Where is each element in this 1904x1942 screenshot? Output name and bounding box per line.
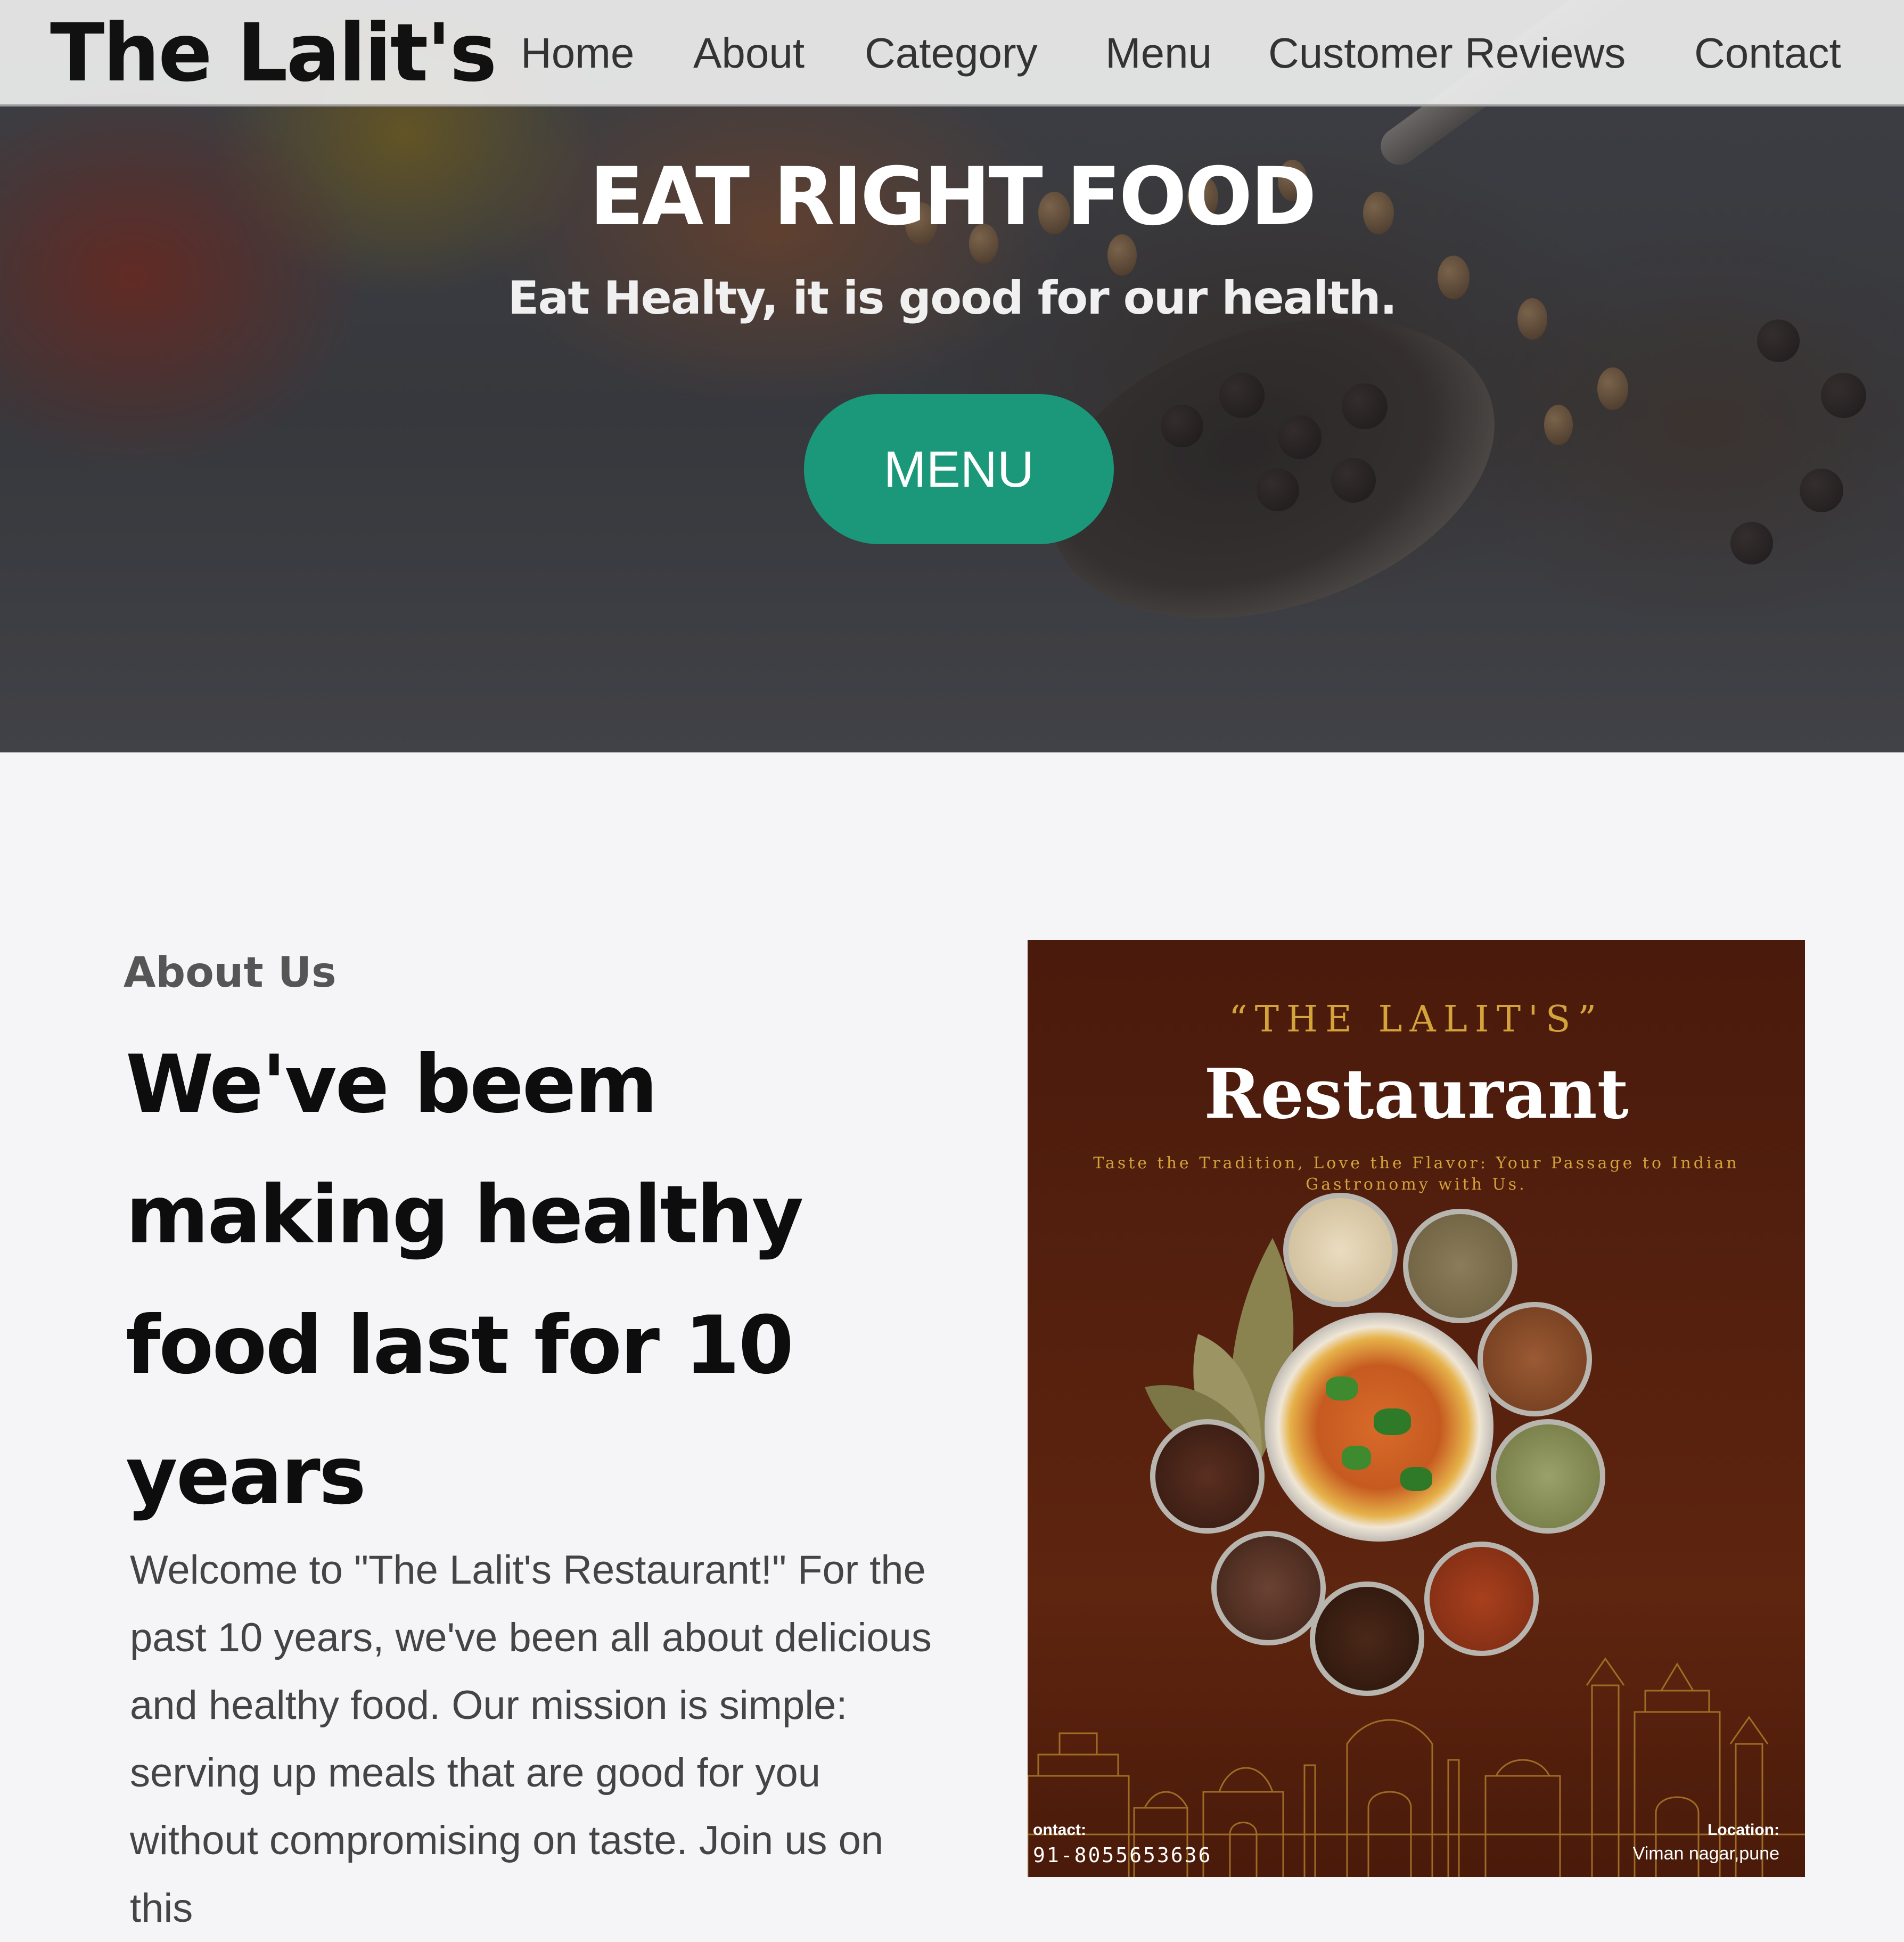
monument-skyline-image [1028,1657,1805,1877]
nav-about[interactable]: About [693,27,805,80]
hero-subtitle: Eat Healty, it is good for our health. [507,272,1398,325]
hero-title: EAT RIGHT FOOD [589,151,1317,243]
nav-customer-reviews[interactable]: Customer Reviews [1268,27,1626,80]
cinnamon-bowl-image [1478,1302,1592,1416]
top-navbar: The Lalit's Home About Category Menu Cus… [0,0,1904,106]
poster-contact-number: 91-8055653636 [1033,1843,1212,1867]
about-paragraph: Welcome to "The Lalit's Restaurant!" For… [130,1547,932,1931]
nav-contact[interactable]: Contact [1694,27,1841,80]
brand-logo[interactable]: The Lalit's [50,11,497,96]
hero-banner [0,0,1904,752]
menu-button[interactable]: MENU [804,394,1114,544]
about-section-label: About Us [124,949,337,997]
cumin-bowl-image [1403,1209,1517,1323]
poster-location: Viman nagar,pune [1632,1843,1779,1864]
poster-contact-label: ontact: [1033,1821,1086,1839]
cloves-bowl-image [1150,1419,1265,1534]
nav-menu[interactable]: Menu [1105,27,1212,80]
poster-location-label: Location: [1708,1821,1779,1839]
cashew-bowl-image [1283,1193,1398,1307]
poster-title: Restaurant [1204,1054,1629,1134]
nutmeg-bowl-image [1211,1531,1326,1645]
restaurant-poster-image: “THE LALIT'S” Restaurant Taste the Tradi… [1028,940,1805,1877]
nav-category[interactable]: Category [865,27,1038,80]
nav-home[interactable]: Home [521,27,634,80]
about-heading: We've beem making healthy food last for … [126,1038,804,1522]
poster-arc-text: “THE LALIT'S” [1228,998,1604,1040]
cardamom-bowl-image [1491,1419,1605,1534]
poster-tagline: Taste the Tradition, Love the Flavor: Yo… [1093,1154,1739,1194]
